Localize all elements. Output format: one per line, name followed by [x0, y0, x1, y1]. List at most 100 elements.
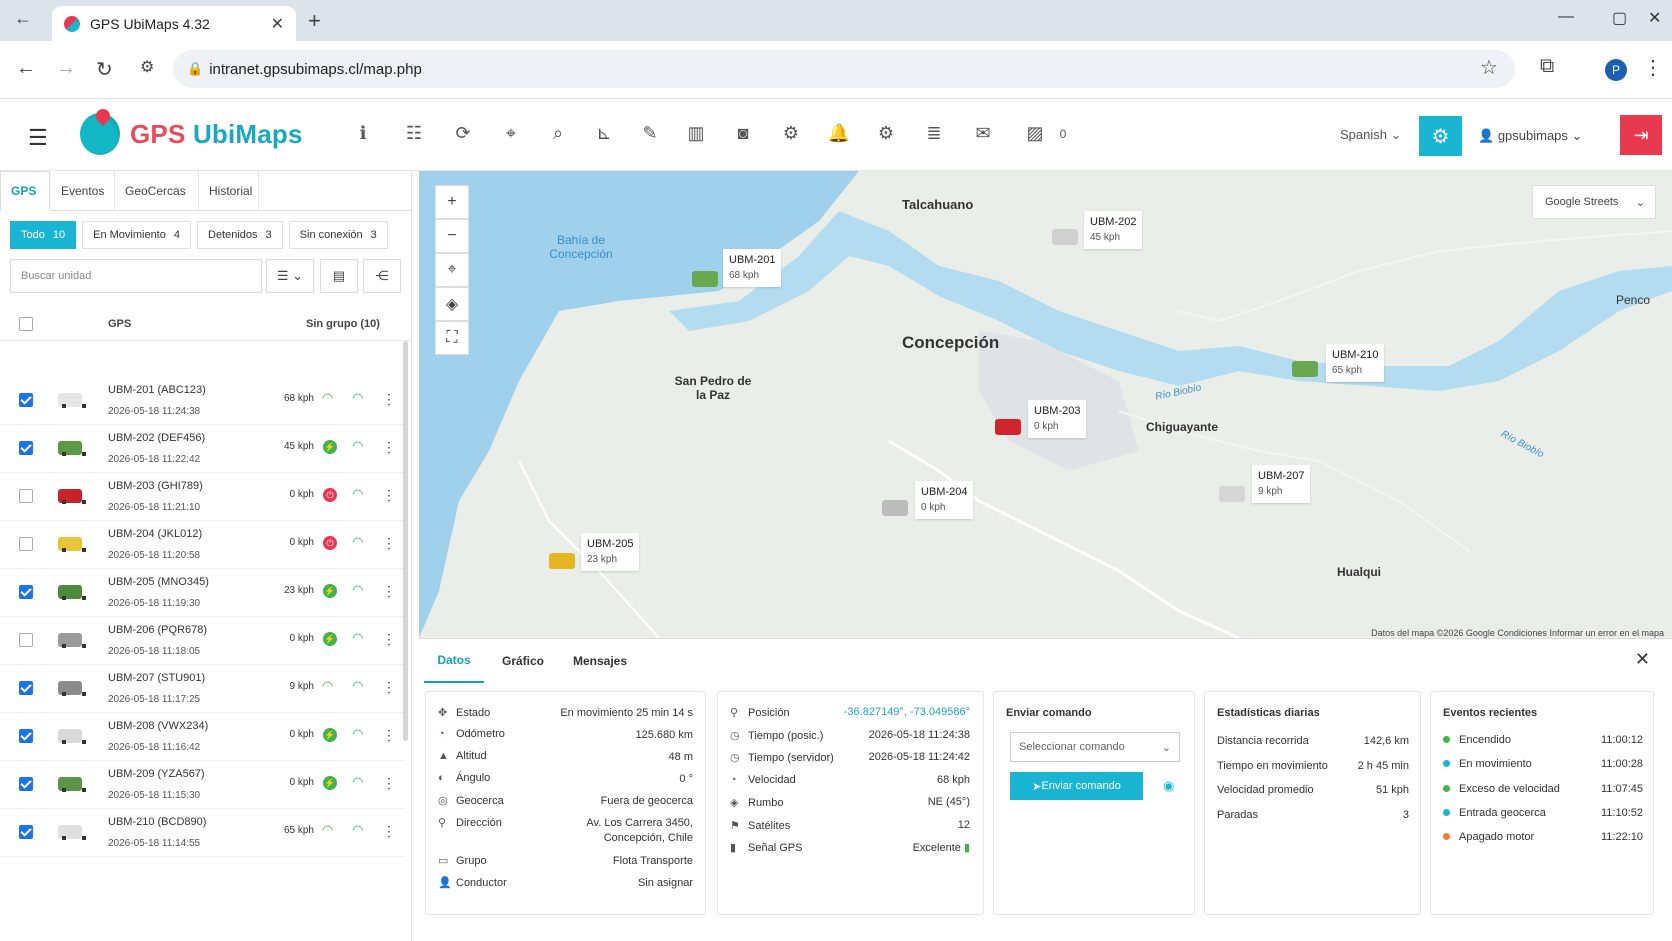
map-unit-label[interactable]: UBM-204 0 kph — [915, 481, 974, 519]
list-scrollbar[interactable] — [403, 341, 408, 741]
vehicle-marker[interactable] — [995, 419, 1021, 435]
filters-icon[interactable]: ☷ — [402, 123, 426, 144]
vehicle-marker[interactable] — [692, 271, 718, 287]
settings-alert-icon[interactable]: ⚙ — [874, 123, 898, 144]
new-tab-icon[interactable]: + — [308, 8, 321, 34]
report-error-link[interactable]: Informar un error en el mapa — [1549, 628, 1664, 638]
reload-icon[interactable]: ↻ — [96, 57, 113, 82]
row-menu-icon[interactable]: ⋮ — [382, 775, 396, 792]
back-icon[interactable]: ← — [16, 57, 36, 80]
filter-stopped[interactable]: Detenidos 3 — [197, 221, 283, 249]
extensions-icon[interactable]: ⧉ — [1540, 55, 1554, 78]
unit-checkbox[interactable] — [19, 393, 33, 407]
ruler-icon[interactable]: ⊾ — [592, 123, 616, 144]
row-menu-icon[interactable]: ⋮ — [382, 727, 396, 744]
camera-icon[interactable]: ◙ — [731, 123, 755, 144]
unit-checkbox[interactable] — [19, 729, 33, 743]
zoom-in-button[interactable]: + — [435, 185, 469, 219]
tab-gps[interactable]: GPS — [0, 171, 50, 211]
row-menu-icon[interactable]: ⋮ — [382, 583, 396, 600]
map-unit-label[interactable]: UBM-210 65 kph — [1326, 344, 1385, 382]
unit-checkbox[interactable] — [19, 777, 33, 791]
unit-row[interactable]: UBM-209 (YZA567) 2026-05-18 11:15:30 0 kph… — [0, 761, 405, 809]
map-layer-select[interactable]: Google Streets ⌄ — [1532, 185, 1656, 219]
unit-row[interactable]: UBM-205 (MNO345) 2026-05-18 11:19:30 23 kp… — [0, 569, 405, 617]
logout-button[interactable]: ⇥ — [1620, 115, 1662, 155]
row-menu-icon[interactable]: ⋮ — [382, 823, 396, 840]
map[interactable]: + − ⌖ ◈ ⛶ Google Streets ⌄ Talcahuano Bah… — [419, 171, 1672, 638]
send-command-button[interactable]: ➤ Enviar comando — [1010, 772, 1143, 800]
unit-row[interactable]: UBM-207 (STU901) 2026-05-18 11:17:25 9 kph… — [0, 665, 405, 713]
unit-checkbox[interactable] — [19, 681, 33, 695]
minimize-icon[interactable]: — — [1558, 8, 1574, 26]
mail-icon[interactable]: ✉ — [971, 123, 995, 144]
maximize-icon[interactable]: ▢ — [1612, 8, 1627, 28]
tab-historial[interactable]: Historial — [199, 171, 259, 211]
menu-icon[interactable]: ☰ — [28, 125, 48, 151]
list-view-button[interactable]: ☰ ⌄ — [266, 259, 314, 293]
map-unit-label[interactable]: UBM-207 9 kph — [1252, 465, 1311, 503]
terms-link[interactable]: Condiciones — [1497, 628, 1547, 638]
vehicle-marker[interactable] — [882, 500, 908, 516]
close-window-icon[interactable]: ✕ — [1648, 8, 1661, 28]
tab-mensajes[interactable]: Mensajes — [573, 639, 627, 683]
unit-checkbox[interactable] — [19, 441, 33, 455]
columns-button[interactable]: ▤ — [320, 259, 358, 293]
vehicle-marker[interactable] — [1052, 229, 1078, 245]
unit-checkbox[interactable] — [19, 489, 33, 503]
search-unit-input[interactable]: Buscar unidad — [10, 259, 262, 293]
unit-checkbox[interactable] — [19, 537, 33, 551]
search-icon[interactable]: ⌕ — [546, 123, 570, 144]
settings-button[interactable]: ⚙ — [1419, 116, 1462, 156]
address-bar[interactable]: 🔒 intranet.gpsubimaps.cl/map.php — [173, 50, 1515, 88]
event-row[interactable]: Encendido 11:00:12 — [1443, 734, 1643, 746]
map-unit-label[interactable]: UBM-202 45 kph — [1084, 211, 1143, 249]
tab-datos[interactable]: Datos — [424, 639, 484, 683]
info-icon[interactable]: ℹ — [351, 123, 375, 144]
select-all-checkbox[interactable] — [19, 317, 33, 331]
row-menu-icon[interactable]: ⋮ — [382, 535, 396, 552]
user-menu[interactable]: 👤 gpsubimaps ⌄ — [1478, 128, 1582, 144]
row-menu-icon[interactable]: ⋮ — [382, 391, 396, 408]
unit-row[interactable]: UBM-201 (ABC123) 2026-05-18 11:24:38 68 kp… — [0, 377, 405, 425]
forward-icon[interactable]: → — [56, 57, 76, 80]
site-info-icon[interactable]: ⚙ — [140, 57, 154, 77]
map-unit-label[interactable]: UBM-205 23 kph — [581, 533, 640, 571]
image-icon[interactable]: ▨ — [1023, 123, 1047, 144]
map-unit-label[interactable]: UBM-201 68 kph — [723, 249, 782, 287]
filter-offline[interactable]: Sin conexión 3 — [288, 221, 388, 249]
row-menu-icon[interactable]: ⋮ — [382, 487, 396, 504]
refresh-icon[interactable]: ⟳ — [451, 123, 475, 144]
unit-row[interactable]: UBM-206 (PQR678) 2026-05-18 11:18:05 0 kph… — [0, 617, 405, 665]
row-menu-icon[interactable]: ⋮ — [382, 631, 396, 648]
unit-row[interactable]: UBM-208 (VWX234) 2026-05-18 11:16:42 0 kph… — [0, 713, 405, 761]
vehicle-marker[interactable] — [549, 553, 575, 569]
vehicle-marker[interactable] — [1292, 361, 1318, 377]
unit-checkbox[interactable] — [19, 585, 33, 599]
browser-menu-icon[interactable]: ⋮ — [1643, 55, 1663, 80]
event-row[interactable]: En movimiento 11:00:28 — [1443, 758, 1643, 770]
close-tab-icon[interactable]: ✕ — [271, 14, 284, 34]
unit-row[interactable]: UBM-210 (BCD890) 2026-05-18 11:14:55 65 kp… — [0, 809, 405, 857]
event-row[interactable]: Exceso de velocidad 11:07:45 — [1443, 783, 1643, 795]
vehicle-marker[interactable] — [1219, 486, 1245, 502]
tab-search-arrow-icon[interactable]: ← — [14, 8, 32, 29]
tab-grafico[interactable]: Gráfico — [502, 639, 544, 683]
pencil-icon[interactable]: ✎ — [638, 123, 662, 144]
tab-geocercas[interactable]: GeoCercas — [115, 171, 199, 211]
unit-row[interactable]: UBM-202 (DEF456) 2026-05-18 11:22:42 45 kp… — [0, 425, 405, 473]
camera-icon[interactable]: ◉ — [1163, 778, 1174, 794]
unit-row[interactable]: UBM-203 (GHI789) 2026-05-18 11:21:10 0 kph… — [0, 473, 405, 521]
filter-all[interactable]: Todo 10 — [10, 221, 77, 249]
event-row[interactable]: Entrada geocerca 11:10:52 — [1443, 807, 1643, 819]
unit-row[interactable]: UBM-204 (JKL012) 2026-05-18 11:20:58 0 kph… — [0, 521, 405, 569]
unit-checkbox[interactable] — [19, 633, 33, 647]
close-panel-icon[interactable]: ✕ — [1635, 649, 1650, 670]
unit-checkbox[interactable] — [19, 825, 33, 839]
language-select[interactable]: Spanish ⌄ — [1340, 127, 1402, 143]
bell-icon[interactable]: 🔔 — [827, 123, 851, 144]
database-icon[interactable]: ≣ — [922, 123, 946, 144]
share-button[interactable]: ⋲ — [363, 259, 401, 293]
bookmark-star-icon[interactable]: ☆ — [1480, 55, 1498, 80]
zoom-out-button[interactable]: − — [435, 219, 469, 253]
